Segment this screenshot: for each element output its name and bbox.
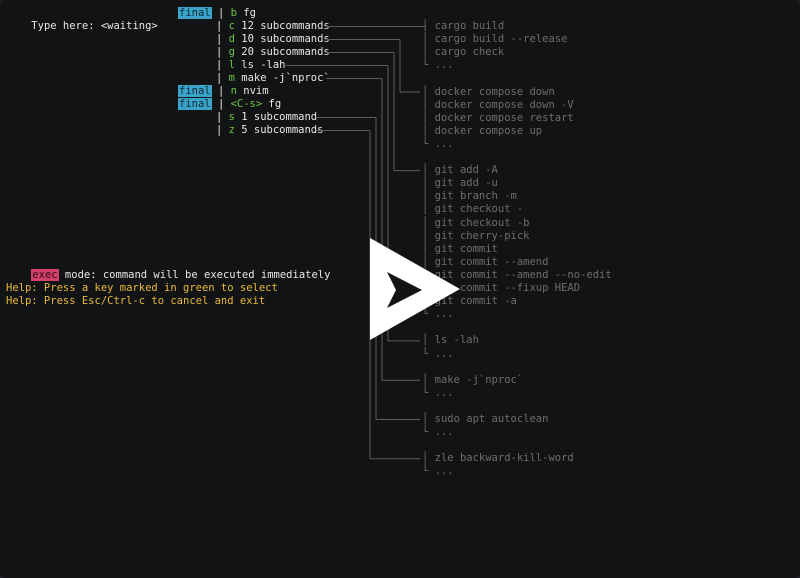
terminal-window: Type here: <waiting> final | b fgfinal |…: [0, 0, 800, 578]
play-icon[interactable]: [370, 238, 460, 340]
